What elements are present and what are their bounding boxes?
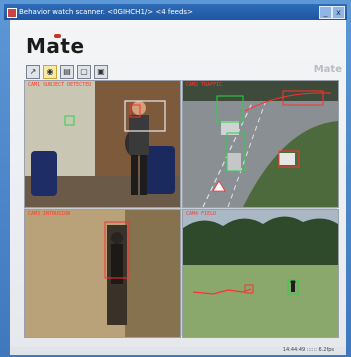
settings-tool-button[interactable]: ▣ xyxy=(94,65,108,79)
feed-1-label: CAM1 SUBJECT DETECTED xyxy=(28,82,92,88)
camera-tool-button[interactable]: ◉ xyxy=(43,65,57,79)
toolbar: ↗ ◉ ▤ ▢ ▣ xyxy=(26,65,108,81)
window-title: Behavior watch scanner. <0GIHCH1/> <4 fe… xyxy=(19,8,193,16)
app-window: Behavior watch scanner. <0GIHCH1/> <4 fe… xyxy=(0,0,351,357)
minimize-button[interactable]: _ xyxy=(319,6,332,19)
feed-3-label: CAM3 INTRUSION xyxy=(28,211,71,217)
feed-4-scene xyxy=(183,210,338,337)
brand-watermark: Mate xyxy=(313,64,342,75)
camera-feed-1[interactable]: CAM1 SUBJECT DETECTED xyxy=(24,80,181,208)
monitor-tool-button[interactable]: ▢ xyxy=(77,65,91,79)
feed-2-label: CAM2 TRAFFIC xyxy=(186,82,223,88)
status-text: 14:44:49 :::::: 6.2fps xyxy=(282,347,334,353)
feed-1-scene xyxy=(25,81,180,207)
logo-accent-dot xyxy=(54,34,61,38)
folder-tool-button[interactable]: ▤ xyxy=(60,65,74,79)
feed-3-scene xyxy=(25,210,180,337)
client-area: Mate Mate ↗ ◉ ▤ ▢ ▣ CAM1 SUBJECT DETECTE… xyxy=(10,20,346,351)
feed-4-label: CAM4 FIELD xyxy=(186,211,217,217)
camera-feed-4[interactable]: CAM4 FIELD xyxy=(182,209,339,338)
feed-2-scene xyxy=(183,81,338,207)
pointer-tool-button[interactable]: ↗ xyxy=(26,65,40,79)
title-bar[interactable]: Behavior watch scanner. <0GIHCH1/> <4 fe… xyxy=(4,4,347,20)
camera-feed-3[interactable]: CAM3 INTRUSION xyxy=(24,209,181,338)
app-icon xyxy=(7,8,17,18)
camera-feed-2[interactable]: CAM2 TRAFFIC xyxy=(182,80,339,208)
close-button[interactable]: x xyxy=(332,6,345,19)
camera-grid: CAM1 SUBJECT DETECTED CAM2 TRAFFIC CAM3 … xyxy=(24,80,339,338)
status-bar: 14:44:49 :::::: 6.2fps xyxy=(10,347,346,355)
